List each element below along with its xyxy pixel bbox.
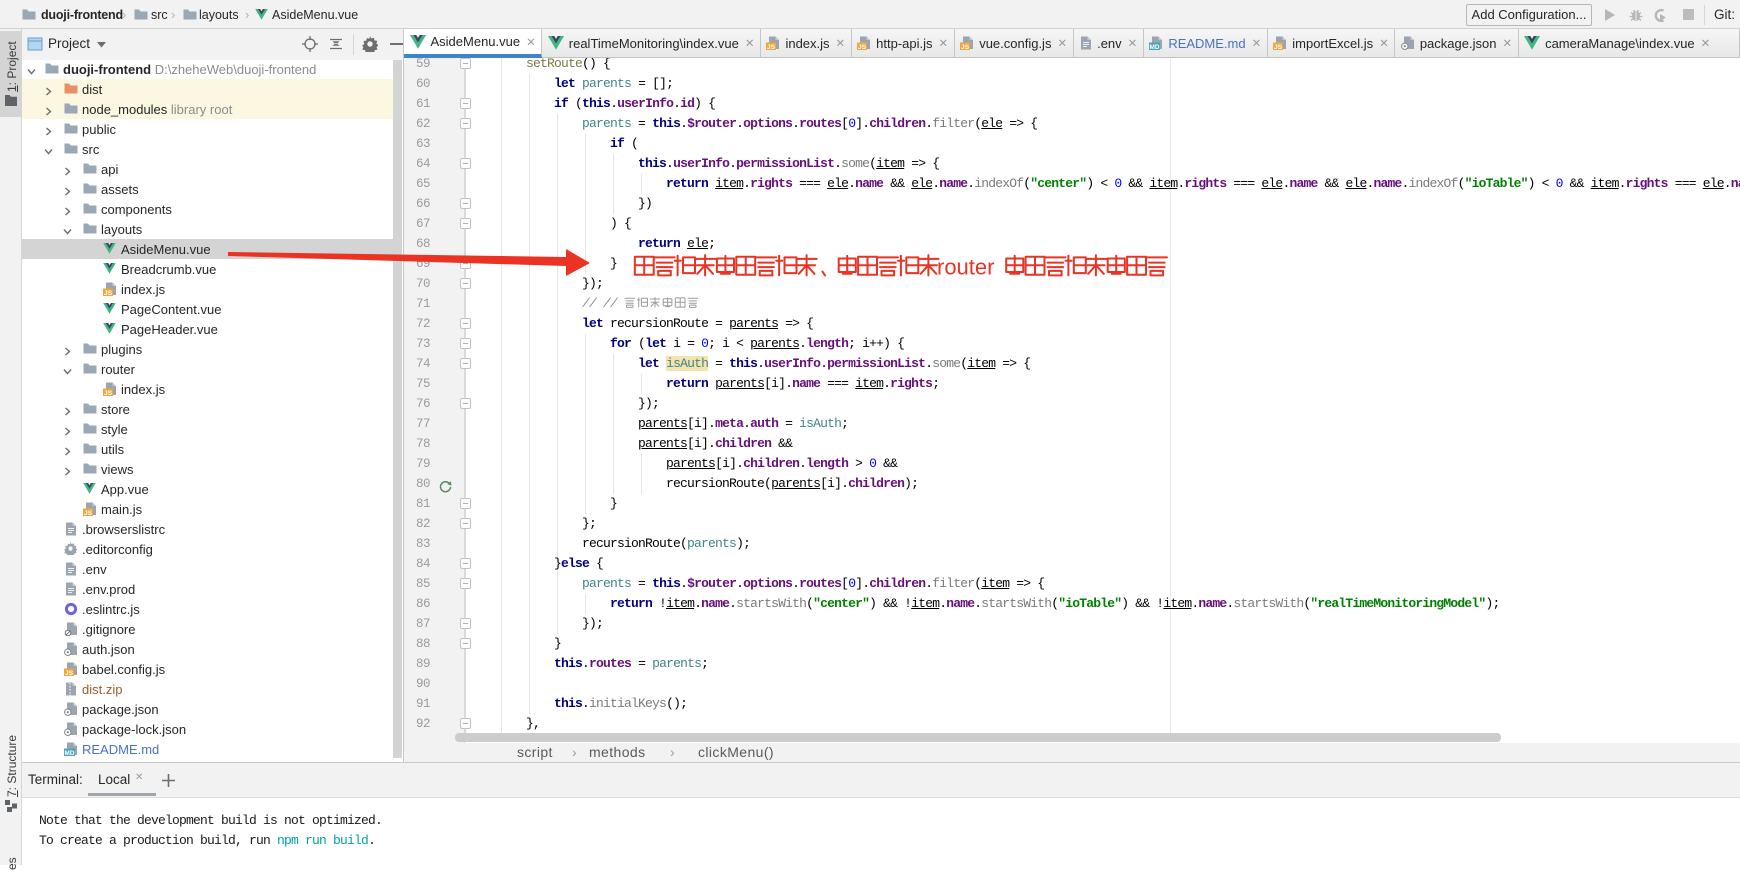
svg-text:router: router [937, 255, 994, 280]
